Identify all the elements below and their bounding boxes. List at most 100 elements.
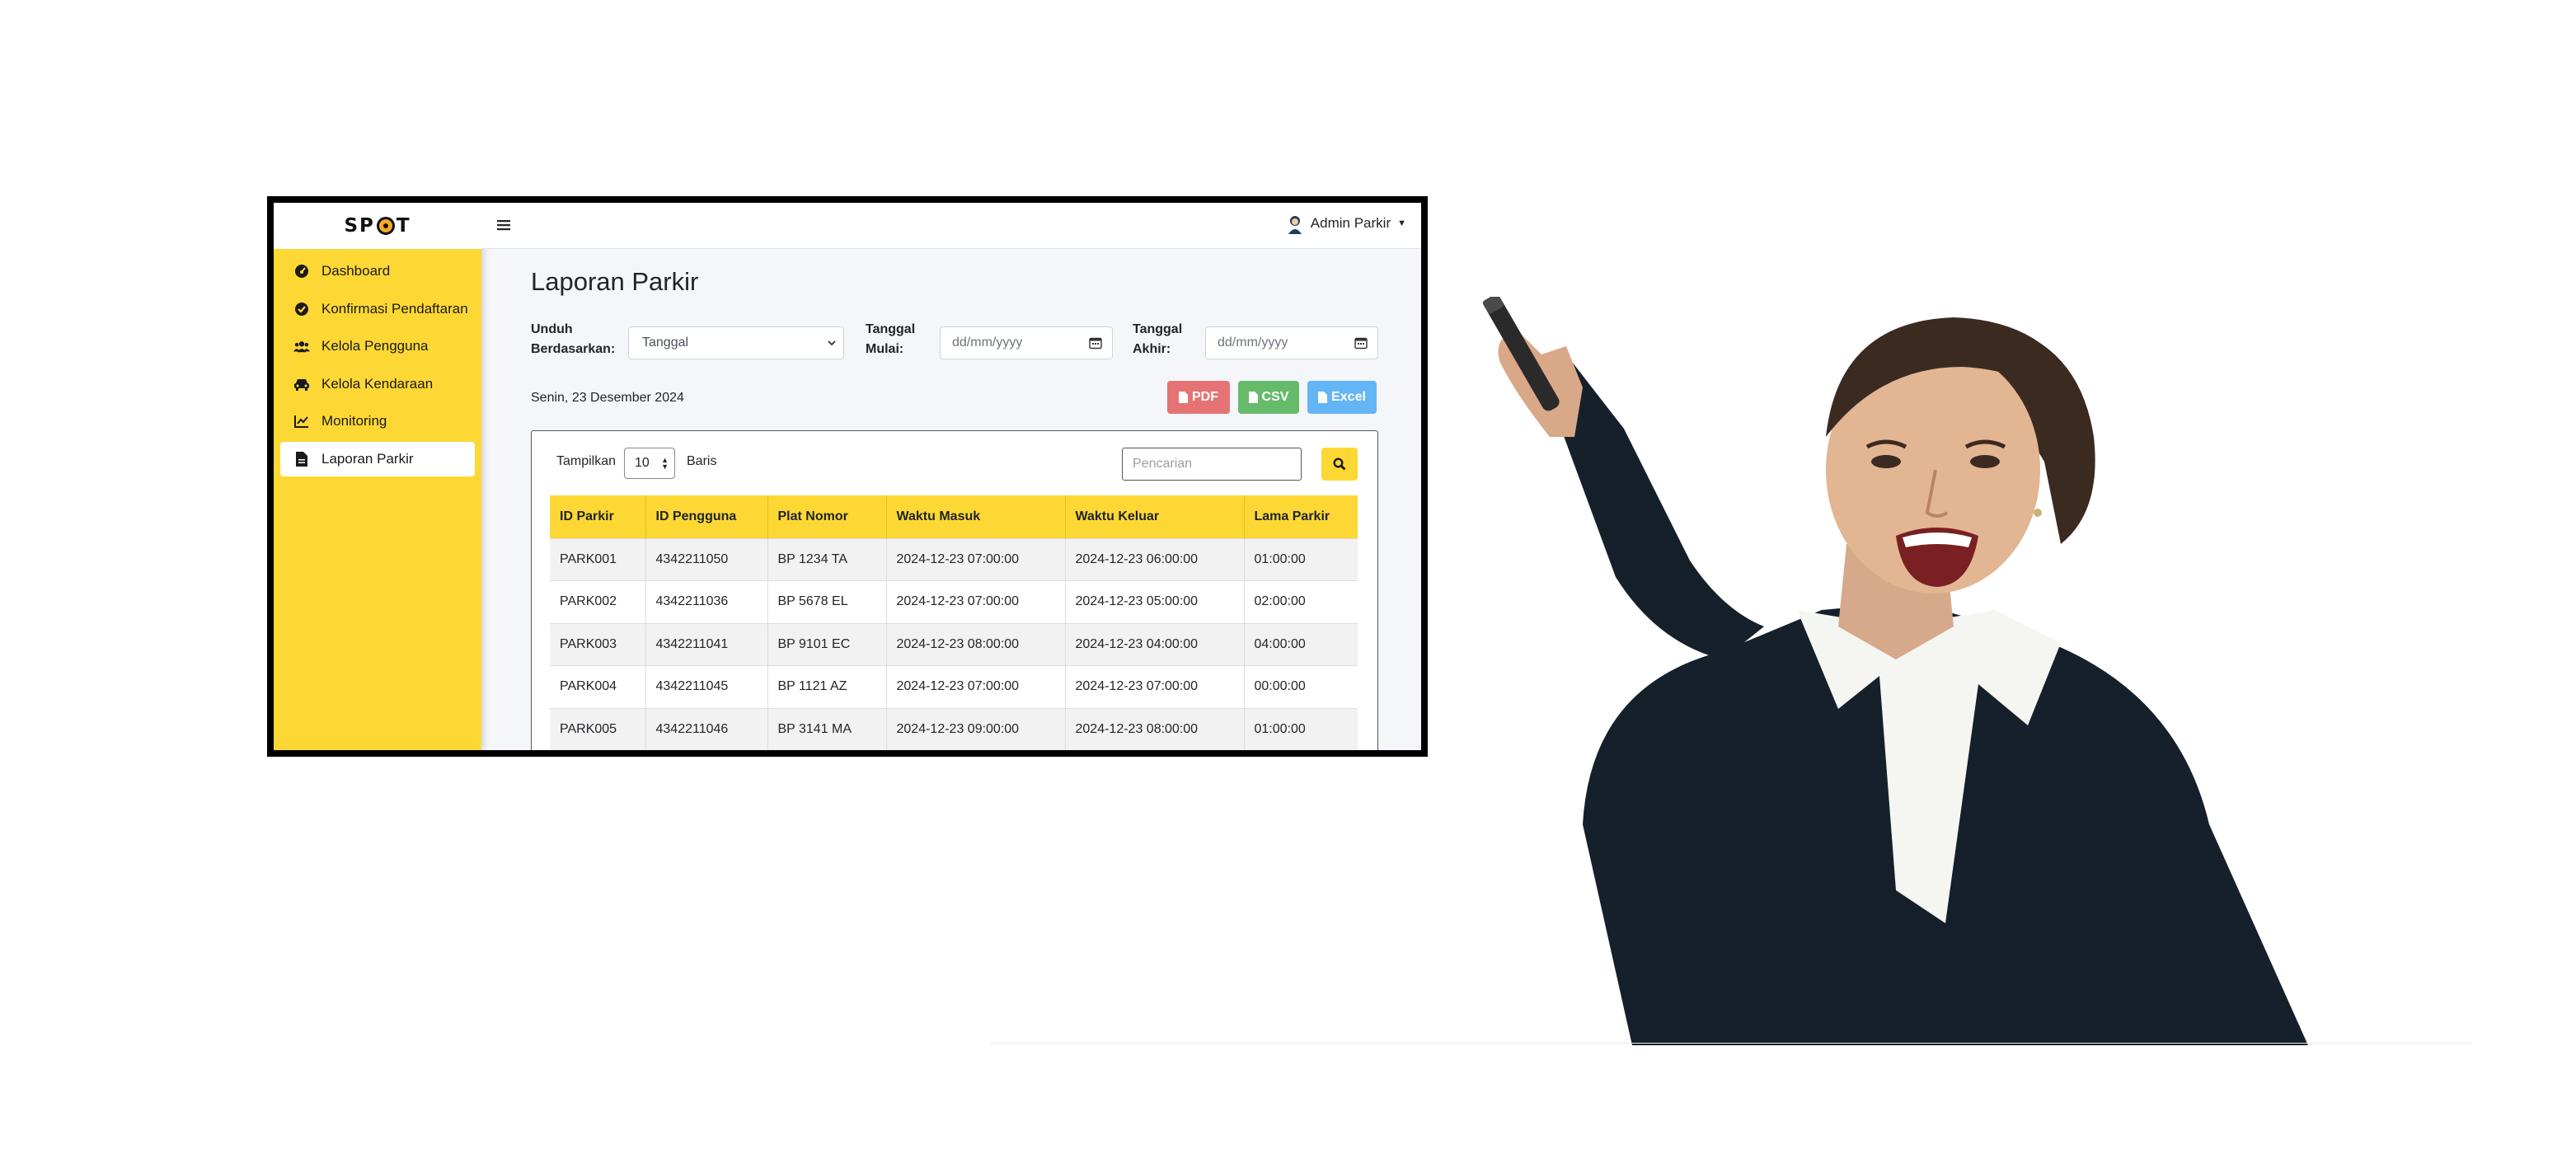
table-cell: 2024-12-23 06:00:00: [1065, 537, 1245, 581]
logo-sun-icon: [376, 217, 395, 235]
table-row: PARK003 4342211041 BP 9101 EC 2024-12-23…: [550, 622, 1358, 666]
current-date: Senin, 23 Desember 2024: [531, 391, 684, 405]
user-menu[interactable]: Admin Parkir ▼: [1286, 214, 1406, 234]
download-by-label: Unduh Berdasarkan:: [531, 320, 615, 359]
sidebar-item-label: Dashboard: [321, 263, 391, 279]
start-date-placeholder: dd/mm/yyyy: [952, 336, 1023, 350]
user-name: Admin Parkir: [1310, 215, 1391, 231]
export-excel-label: Excel: [1331, 390, 1366, 404]
table-row: PARK004 4342211045 BP 1121 AZ 2024-12-23…: [550, 665, 1358, 708]
hamburger-menu-icon[interactable]: [493, 214, 514, 236]
end-date-label-line2: Akhir:: [1133, 342, 1171, 356]
column-header[interactable]: Waktu Masuk: [886, 495, 1066, 538]
floor-line: [989, 1043, 2473, 1044]
table-cell: 2024-12-23 09:00:00: [886, 707, 1066, 750]
export-csv-label: CSV: [1261, 390, 1289, 404]
caret-down-icon: ▼: [1397, 218, 1406, 228]
start-date-input[interactable]: dd/mm/yyyy: [940, 326, 1113, 359]
sidebar-item-laporan-parkir[interactable]: Laporan Parkir: [280, 441, 475, 476]
table-cell: 2024-12-23 05:00:00: [1065, 580, 1245, 623]
sidebar-item-label: Kelola Pengguna: [321, 338, 429, 354]
table-cell: 04:00:00: [1244, 622, 1358, 666]
main-content: Laporan Parkir Unduh Berdasarkan: Tangga…: [481, 249, 1421, 750]
table-cell: 00:00:00: [1244, 665, 1358, 708]
search-input[interactable]: Pencarian: [1122, 448, 1302, 481]
app-window: SP T Dashboard Konfirmasi Pendaftaran Ke…: [267, 196, 1428, 757]
sidebar-item-label: Kelola Kendaraan: [321, 375, 434, 392]
table-cell: 01:00:00: [1244, 707, 1358, 750]
sidebar-item-kelola-kendaraan[interactable]: Kelola Kendaraan: [280, 367, 475, 401]
sidebar-item-label: Monitoring: [321, 413, 387, 429]
users-icon: [293, 338, 310, 354]
table-cell: 2024-12-23 08:00:00: [1065, 707, 1245, 750]
search-placeholder: Pencarian: [1133, 457, 1193, 471]
download-by-value: Tanggal: [642, 336, 689, 350]
table-row: PARK005 4342211046 BP 3141 MA 2024-12-23…: [550, 707, 1358, 750]
sidebar-item-kelola-pengguna[interactable]: Kelola Pengguna: [280, 329, 475, 364]
download-by-label-line2: Berdasarkan:: [531, 342, 616, 356]
table-cell: BP 3141 MA: [767, 707, 887, 750]
export-excel-button[interactable]: Excel: [1307, 381, 1377, 414]
download-by-select[interactable]: Tanggal: [628, 326, 844, 359]
table-cell: PARK003: [550, 622, 646, 666]
check-circle-icon: [293, 301, 310, 317]
column-header[interactable]: Waktu Keluar: [1065, 495, 1245, 538]
end-date-label: Tanggal Akhir:: [1133, 320, 1182, 359]
table-cell: 2024-12-23 07:00:00: [1065, 665, 1245, 708]
table-cell: 4342211045: [645, 665, 768, 708]
sidebar-item-konfirmasi-pendaftaran[interactable]: Konfirmasi Pendaftaran: [280, 292, 475, 326]
top-navbar: Admin Parkir ▼: [481, 203, 1421, 249]
export-pdf-button[interactable]: PDF: [1167, 381, 1230, 414]
report-card: Tampilkan 10 ▲ ▼ Baris Pencarian ID Parki…: [531, 430, 1378, 750]
end-date-label-line1: Tanggal: [1133, 322, 1183, 336]
table-cell: 4342211036: [645, 580, 768, 623]
chevron-down-icon: [827, 337, 837, 352]
end-date-input[interactable]: dd/mm/yyyy: [1205, 326, 1378, 359]
sidebar-nav: Dashboard Konfirmasi Pendaftaran Kelola …: [274, 249, 481, 484]
entries-length-select[interactable]: 10 ▲ ▼: [624, 448, 675, 479]
table-cell: PARK002: [550, 580, 646, 623]
table-cell: 4342211041: [645, 622, 768, 666]
line-chart-icon: [293, 413, 310, 429]
start-date-label: Tanggal Mulai:: [866, 320, 915, 359]
file-pdf-icon: [1179, 392, 1188, 403]
table-cell: PARK001: [550, 537, 646, 581]
file-icon: [293, 451, 310, 467]
table-cell: BP 5678 EL: [767, 580, 887, 623]
table-cell: 4342211046: [645, 707, 768, 750]
table-cell: 2024-12-23 04:00:00: [1065, 622, 1245, 666]
table-cell: 4342211050: [645, 537, 768, 581]
sidebar-item-monitoring[interactable]: Monitoring: [280, 404, 475, 439]
column-header[interactable]: ID Pengguna: [645, 495, 768, 538]
table-cell: PARK004: [550, 665, 646, 708]
car-icon: [293, 376, 310, 392]
table-header-row: ID Parkir ID Pengguna Plat Nomor Waktu M…: [550, 495, 1358, 538]
sidebar-item-label: Konfirmasi Pendaftaran: [321, 300, 468, 317]
start-date-label-line2: Mulai:: [866, 342, 904, 356]
calendar-icon[interactable]: [1089, 336, 1102, 354]
show-entries-label: Tampilkan: [556, 454, 617, 468]
table-cell: PARK005: [550, 707, 646, 750]
brand-logo[interactable]: SP T: [274, 203, 481, 249]
table-cell: 2024-12-23 07:00:00: [886, 580, 1066, 623]
table-cell: BP 1234 TA: [767, 537, 887, 581]
logo-text-left: SP: [344, 215, 375, 237]
gauge-icon: [293, 263, 310, 279]
start-date-label-line1: Tanggal: [866, 322, 916, 336]
table-cell: 01:00:00: [1244, 537, 1358, 581]
table-cell: 2024-12-23 07:00:00: [886, 537, 1066, 581]
table-row: PARK002 4342211036 BP 5678 EL 2024-12-23…: [550, 580, 1358, 623]
column-header[interactable]: Lama Parkir: [1244, 495, 1358, 538]
export-csv-button[interactable]: CSV: [1238, 381, 1299, 414]
search-icon: [1333, 458, 1346, 471]
column-header[interactable]: ID Parkir: [550, 495, 646, 538]
column-header[interactable]: Plat Nomor: [767, 495, 887, 538]
calendar-icon[interactable]: [1354, 336, 1368, 354]
sidebar-item-label: Laporan Parkir: [321, 450, 414, 467]
sidebar-item-dashboard[interactable]: Dashboard: [280, 254, 475, 289]
export-pdf-label: PDF: [1192, 390, 1218, 404]
presenter-photo: [1482, 297, 2308, 1045]
parking-report-table: ID Parkir ID Pengguna Plat Nomor Waktu M…: [550, 495, 1358, 750]
download-by-label-line1: Unduh: [531, 322, 573, 336]
search-button[interactable]: [1321, 448, 1358, 481]
